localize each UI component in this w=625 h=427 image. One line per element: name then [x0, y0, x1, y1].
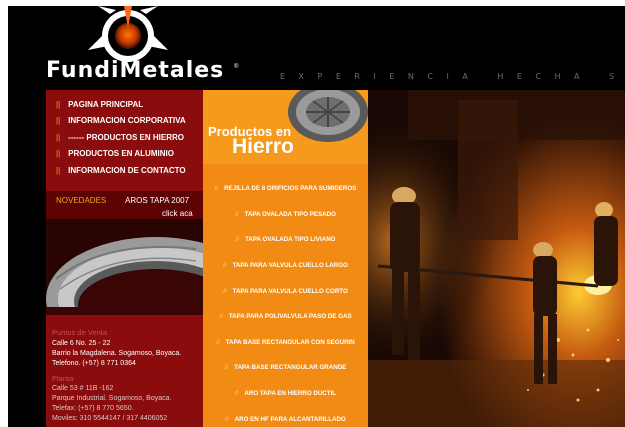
nav-item-productos-en-aluminio[interactable]: || PRODUCTOS EN ALUMINIO	[46, 146, 203, 163]
product-label: ARO TAPA EN HIERRO DUCTIL	[244, 390, 337, 398]
logo-emblem-icon	[88, 6, 168, 62]
nav-item-label: INFORMACION CORPORATIVA	[68, 116, 186, 126]
ring-image	[46, 219, 203, 315]
sales-heading: Puntos de Venta	[52, 328, 108, 337]
left-sidebar: || PAGINA PRINCIPAL || INFORMACION CORPO…	[46, 90, 203, 427]
product-separator: //	[219, 313, 223, 321]
product-separator: //	[214, 185, 219, 193]
product-separator: //	[235, 236, 240, 244]
nav-item-productos-en-hierro[interactable]: || ------ PRODUCTOS EN HIERRO	[46, 129, 203, 146]
news-label: NOVEDADES	[56, 196, 107, 205]
page: FundiMetales ® EXPERIENCIA HECHA SOLIDEZ…	[8, 6, 625, 427]
manhole-cover-icon	[288, 90, 368, 142]
product-label: TAPA OVALADA TIPO PESADO	[244, 210, 336, 218]
product-separator: //	[223, 287, 227, 295]
main-nav: || PAGINA PRINCIPAL || INFORMACION CORPO…	[46, 96, 203, 179]
nav-separator: ||	[56, 149, 61, 159]
plant-heading: Planta	[52, 374, 74, 383]
product-label: TAPA BASE RECTANGULAR GRANDE	[234, 364, 347, 372]
header: FundiMetales ® EXPERIENCIA HECHA SOLIDEZ	[8, 6, 625, 90]
foundry-photo	[368, 90, 625, 427]
product-label: TAPA PARA VALVULA CUELLO CORTO	[232, 287, 348, 295]
product-item[interactable]: // TAPA OVALADA TIPO LIVIANO	[203, 227, 368, 253]
product-separator: //	[225, 415, 229, 423]
foundry-workers-image	[368, 90, 625, 427]
nav-separator: ||	[56, 116, 61, 126]
product-separator: //	[223, 262, 227, 270]
product-separator: //	[216, 338, 220, 346]
plant-line: Telefax: (+57) 8 770 5650.	[52, 405, 134, 412]
news-link[interactable]: click aca	[162, 209, 193, 218]
nav-separator: ||	[56, 132, 61, 142]
plant-line: Moviles: 310 5544147 / 317 4406052	[52, 415, 168, 422]
product-separator: //	[224, 364, 229, 372]
product-item[interactable]: // ARO TAPA EN HIERRO DUCTIL	[203, 381, 368, 407]
registered-mark: ®	[234, 64, 239, 70]
product-item[interactable]: // TAPA BASE RECTANGULAR GRANDE	[203, 355, 368, 381]
news-banner[interactable]: NOVEDADES AROS TAPA 2007 click aca	[46, 191, 203, 219]
page-frame: FundiMetales ® EXPERIENCIA HECHA SOLIDEZ…	[0, 0, 625, 427]
nav-item-pagina-principal[interactable]: || PAGINA PRINCIPAL	[46, 96, 203, 113]
sales-line: Barrio la Magdalena. Sogamoso, Boyaca.	[52, 350, 182, 357]
product-item[interactable]: // ARO EN HF PARA ALCANTARILLADO	[203, 406, 368, 427]
news-title[interactable]: AROS TAPA 2007	[125, 196, 189, 205]
products-title-line2: Hierro	[232, 135, 294, 158]
nav-item-label: PAGINA PRINCIPAL	[68, 99, 144, 109]
nav-item-label: PRODUCTOS EN ALUMINIO	[68, 149, 174, 159]
plant-line: Parque Industrial. Sogamoso, Boyaca.	[52, 395, 172, 402]
product-item[interactable]: // TAPA PARA VALVULA CUELLO CORTO	[203, 278, 368, 304]
sales-line: Telefono. (+57) 8 771 0364	[52, 360, 136, 367]
product-item[interactable]: // TAPA PARA VALVULA CUELLO LARGO	[203, 253, 368, 279]
products-list: //REJILLA DE 8 ORIFICIOS PARA SUMIDEROS …	[203, 176, 368, 427]
product-item[interactable]: // REJILLA DE 8 ORIFICIOS PARA SUMIDEROS	[203, 176, 368, 202]
logo-wordmark[interactable]: FundiMetales	[46, 58, 224, 83]
product-item[interactable]: // TAPA BASE RECTANGULAR CON SEGURIN	[203, 330, 368, 356]
tagline: EXPERIENCIA HECHA SOLIDEZ	[280, 72, 625, 81]
nav-item-label: ------ PRODUCTOS EN HIERRO	[68, 132, 185, 142]
product-label: TAPA PARA VALVULA CUELLO LARGO	[232, 262, 348, 270]
product-item[interactable]: // TAPA PARA POLIVALVULA PASO DE GAS	[203, 304, 368, 330]
product-separator: //	[234, 390, 239, 398]
nav-item-informacion-de-contacto[interactable]: || INFORMACION DE CONTACTO	[46, 162, 203, 179]
product-label: ARO EN HF PARA ALCANTARILLADO	[234, 415, 346, 423]
news-image-ring[interactable]	[46, 219, 203, 315]
nav-item-label: INFORMACION DE CONTACTO	[68, 165, 186, 175]
nav-separator: ||	[56, 165, 61, 175]
product-label: TAPA PARA POLIVALVULA PASO DE GAS	[228, 313, 352, 321]
plant-line: Calle 53 # 11B -162	[52, 385, 114, 392]
contact-info: Puntos de Venta Calle 6 No. 25 - 22 Barr…	[46, 322, 203, 427]
product-label: TAPA OVALADA TIPO LIVIANO	[245, 236, 336, 244]
product-item[interactable]: // TAPA OVALADA TIPO PESADO	[203, 202, 368, 228]
products-header: Productos en Hierro	[203, 90, 368, 164]
nav-item-informacion-corporativa[interactable]: || INFORMACION CORPORATIVA	[46, 113, 203, 130]
product-label: REJILLA DE 8 ORIFICIOS PARA SUMIDEROS	[224, 185, 357, 193]
product-separator: //	[235, 210, 239, 218]
product-label: TAPA BASE RECTANGULAR CON SEGURIN	[225, 338, 355, 346]
nav-separator: ||	[56, 99, 61, 109]
products-column: Productos en Hierro // REJILLA DE 8 ORIFI…	[203, 90, 368, 427]
sales-line: Calle 6 No. 25 - 22	[52, 340, 111, 347]
